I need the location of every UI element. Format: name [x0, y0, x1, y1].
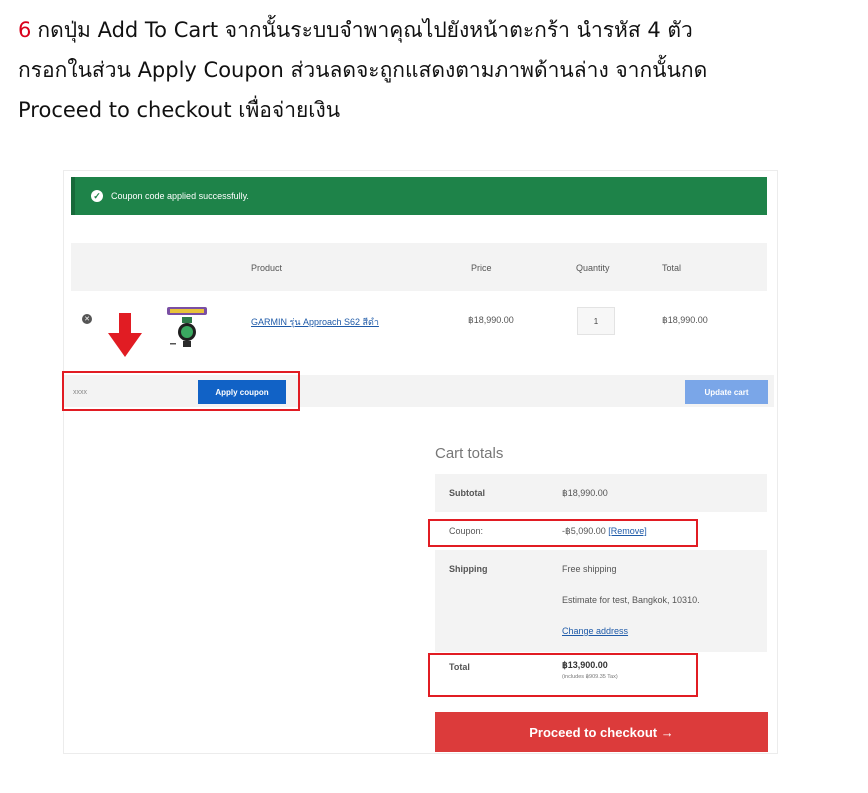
change-address-link[interactable]: Change address [562, 626, 628, 636]
header-quantity: Quantity [576, 263, 610, 273]
shipping-row: Shipping Free shipping Estimate for test… [435, 550, 767, 652]
subtotal-row: Subtotal ฿18,990.00 [435, 474, 767, 512]
product-thumbnail[interactable] [166, 305, 208, 349]
notice-message: Coupon code applied successfully. [111, 191, 249, 201]
item-total: ฿18,990.00 [662, 315, 708, 325]
shipping-estimate: Estimate for test, Bangkok, 10310. [562, 595, 700, 605]
check-icon: ✓ [91, 190, 103, 202]
success-notice: ✓ Coupon code applied successfully. [71, 177, 767, 215]
down-arrow-icon [108, 313, 142, 357]
cart-table-header: Product Price Quantity Total [71, 243, 767, 291]
quantity-input[interactable]: 1 [577, 307, 615, 335]
instruction-line-1-text: กดปุ่ม Add To Cart จากนั้นระบบจำพาคุณไปย… [37, 18, 693, 42]
instruction-line-1: 6 กดปุ่ม Add To Cart จากนั้นระบบจำพาคุณไป… [18, 10, 858, 50]
instruction-text: 6 กดปุ่ม Add To Cart จากนั้นระบบจำพาคุณไป… [18, 10, 858, 130]
cart-totals-title: Cart totals [435, 445, 504, 462]
header-total: Total [662, 263, 682, 273]
subtotal-label: Subtotal [449, 488, 485, 498]
header-price: Price [471, 263, 492, 273]
subtotal-value: ฿18,990.00 [562, 488, 608, 498]
instruction-line-2: กรอกในส่วน Apply Coupon ส่วนลดจะถูกแสดงต… [18, 58, 708, 82]
cart-item-row: ✕ GARMIN รุ่น Approach S62 สีดำ ฿18,990.… [71, 291, 767, 371]
cart-screenshot: ✓ Coupon code applied successfully. Prod… [62, 171, 777, 753]
instruction-line-3: Proceed to checkout เพื่อจ่ายเงิน [18, 98, 341, 122]
coupon-row-highlight-box [428, 519, 698, 547]
update-cart-button[interactable]: Update cart [685, 380, 768, 404]
proceed-to-checkout-button[interactable]: Proceed to checkout → [435, 712, 768, 752]
product-name-link[interactable]: GARMIN รุ่น Approach S62 สีดำ [251, 315, 379, 329]
item-price: ฿18,990.00 [468, 315, 514, 325]
header-product: Product [251, 263, 283, 273]
remove-item-icon[interactable]: ✕ [82, 314, 92, 324]
coupon-highlight-box [62, 371, 300, 411]
shipping-label: Shipping [449, 564, 488, 574]
step-number: 6 [18, 18, 32, 42]
shipping-value: Free shipping [562, 564, 617, 574]
total-highlight-box [428, 653, 698, 697]
